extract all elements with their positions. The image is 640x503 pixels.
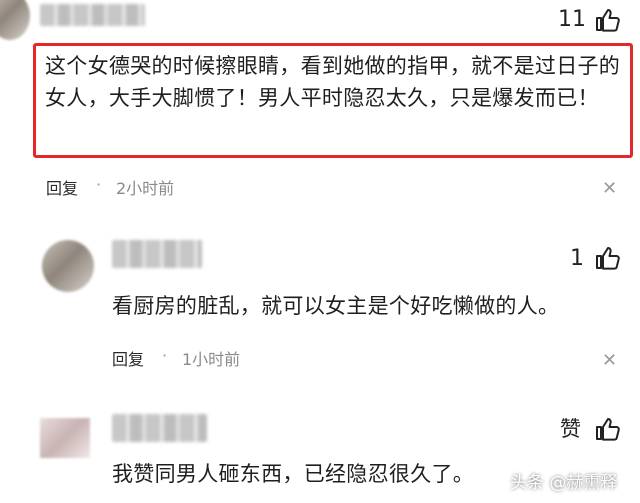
- thumbs-up-icon[interactable]: [594, 7, 620, 33]
- watermark: 头条 @赫熏释: [510, 473, 618, 493]
- thumbs-up-icon[interactable]: [594, 245, 620, 271]
- comment-text: 这个女德哭的时候擦眼睛，看到她做的指甲，就不是过日子的女人，大手大脚惯了！男人平…: [45, 54, 621, 110]
- like-count: 1: [570, 246, 584, 271]
- username-blurred[interactable]: [40, 4, 145, 26]
- avatar[interactable]: [40, 418, 90, 458]
- separator-dot: ·: [162, 346, 168, 365]
- close-icon[interactable]: ✕: [602, 352, 617, 370]
- like-label: 赞: [560, 417, 581, 441]
- close-icon[interactable]: ✕: [602, 180, 617, 198]
- thumbs-up-icon[interactable]: [594, 416, 620, 442]
- comment-text: 我赞同男人砸东西，已经隐忍很久了。: [112, 462, 475, 486]
- username-blurred[interactable]: [112, 240, 202, 268]
- avatar[interactable]: [42, 240, 94, 292]
- avatar[interactable]: [0, 0, 30, 40]
- timestamp: 2小时前: [116, 179, 175, 198]
- comment-text: 看厨房的脏乱，就可以女主是个好吃懒做的人。: [112, 294, 560, 318]
- separator-dot: ·: [96, 175, 102, 194]
- reply-button[interactable]: 回复: [46, 175, 78, 199]
- reply-button[interactable]: 回复: [112, 346, 144, 370]
- username-blurred[interactable]: [112, 414, 207, 442]
- timestamp: 1小时前: [182, 350, 241, 369]
- like-count: 11: [558, 7, 586, 32]
